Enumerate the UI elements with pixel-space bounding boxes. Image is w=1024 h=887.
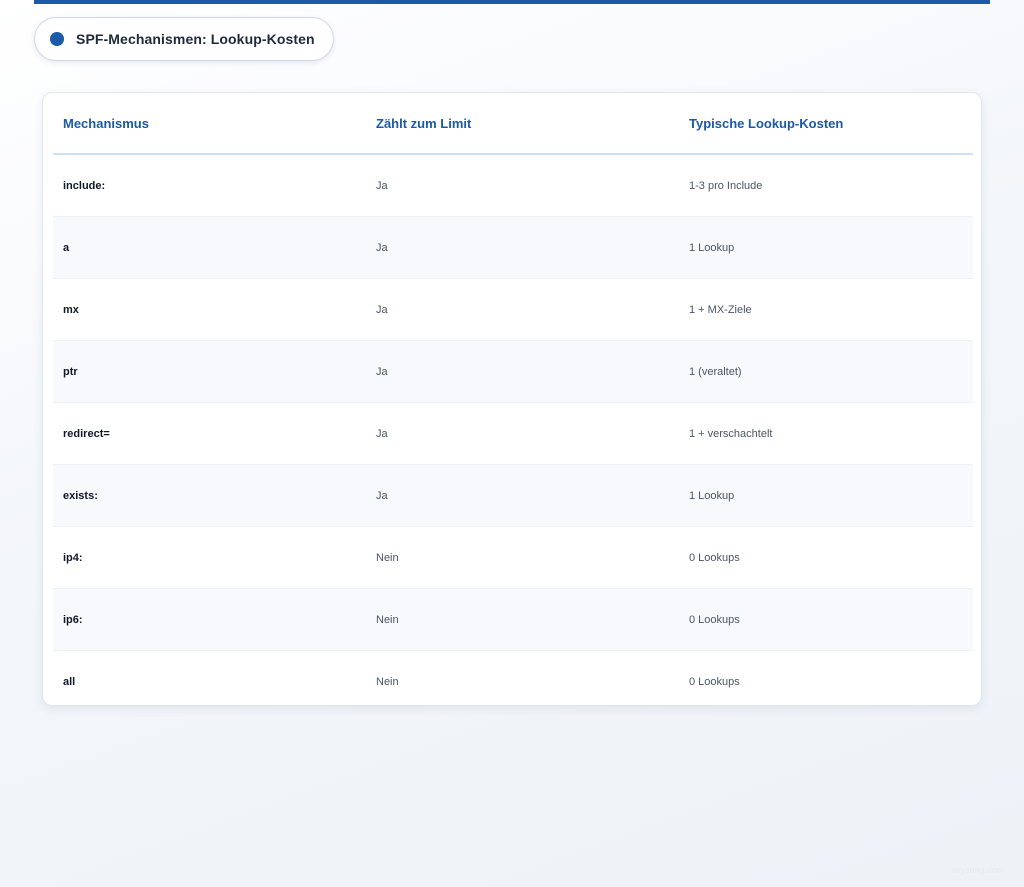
cell-mechanism: ptr [53, 340, 366, 403]
page-title: SPF-Mechanismen: Lookup-Kosten [76, 31, 315, 47]
table-row: redirect= Ja 1 + verschachtelt [53, 402, 973, 465]
lookup-cost-table: Mechanismus Zählt zum Limit Typische Loo… [53, 93, 973, 706]
cell-mechanism: mx [53, 278, 366, 341]
column-header-lookup-cost: Typische Lookup-Kosten [679, 93, 973, 155]
cell-mechanism: ip4: [53, 526, 366, 589]
cell-counts: Ja [366, 154, 679, 217]
table-row: exists: Ja 1 Lookup [53, 464, 973, 527]
cell-cost: 1 Lookup [679, 216, 973, 279]
column-header-mechanism: Mechanismus [53, 93, 366, 155]
table-header-row: Mechanismus Zählt zum Limit Typische Loo… [53, 93, 973, 155]
table-row: all Nein 0 Lookups [53, 651, 973, 706]
cell-mechanism: exists: [53, 464, 366, 527]
cell-cost: 1 (veraltet) [679, 340, 973, 403]
cell-mechanism: ip6: [53, 588, 366, 651]
cell-mechanism: redirect= [53, 402, 366, 465]
cell-counts: Ja [366, 402, 679, 465]
table-row: a Ja 1 Lookup [53, 216, 973, 279]
column-header-counts-to-limit: Zählt zum Limit [366, 93, 679, 155]
table-row: mx Ja 1 + MX-Ziele [53, 278, 973, 341]
table-card: Mechanismus Zählt zum Limit Typische Loo… [42, 92, 982, 706]
cell-counts: Nein [366, 588, 679, 651]
cell-mechanism: include: [53, 154, 366, 217]
cell-counts: Ja [366, 340, 679, 403]
bullet-dot-icon [50, 32, 64, 46]
table-row: ptr Ja 1 (veraltet) [53, 340, 973, 403]
cell-cost: 1-3 pro Include [679, 154, 973, 217]
watermark-text: skysnag.com [951, 865, 1004, 875]
cell-cost: 1 Lookup [679, 464, 973, 527]
cell-cost: 0 Lookups [679, 526, 973, 589]
cell-cost: 1 + MX-Ziele [679, 278, 973, 341]
cell-counts: Nein [366, 526, 679, 589]
top-accent-bar [34, 0, 990, 4]
cell-counts: Nein [376, 675, 399, 688]
cell-cost: 0 Lookups [689, 675, 740, 688]
section-title-pill: SPF-Mechanismen: Lookup-Kosten [34, 17, 334, 61]
cell-counts: Ja [366, 216, 679, 279]
cell-counts: Ja [366, 278, 679, 341]
cell-mechanism: all [63, 675, 76, 688]
cell-counts: Ja [366, 464, 679, 527]
table-row: include: Ja 1-3 pro Include [53, 154, 973, 217]
table-row: ip4: Nein 0 Lookups [53, 526, 973, 589]
cell-cost: 1 + verschachtelt [679, 402, 973, 465]
cell-mechanism: a [53, 216, 366, 279]
table-row: ip6: Nein 0 Lookups [53, 588, 973, 651]
cell-cost: 0 Lookups [679, 588, 973, 651]
